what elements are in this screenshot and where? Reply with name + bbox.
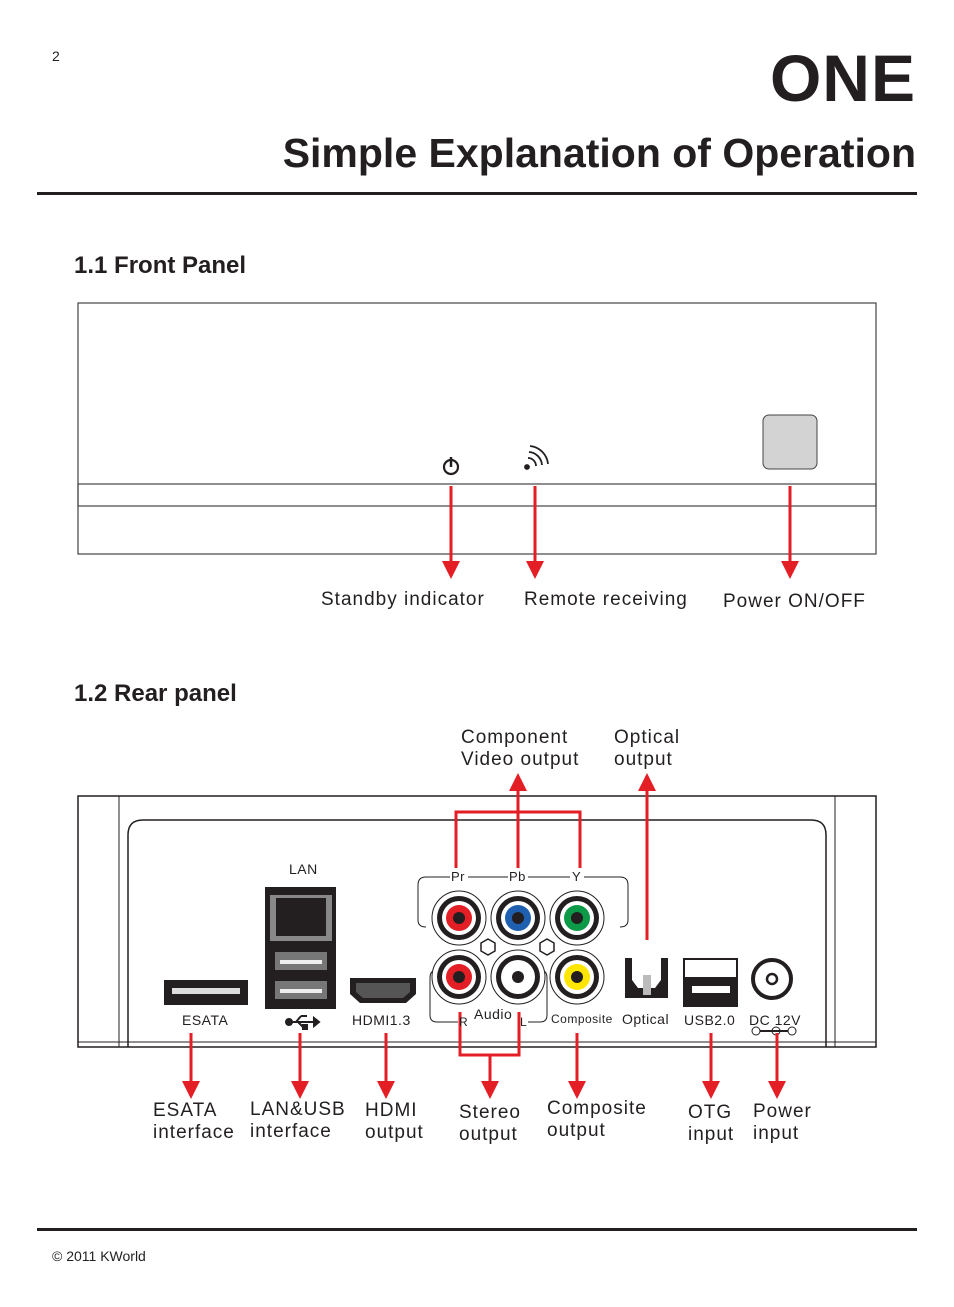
callout-line: LAN&USB [250, 1099, 346, 1120]
port-label-esata: ESATA [182, 1012, 229, 1028]
port-label-l: L [520, 1015, 528, 1029]
port-label-audio: Audio [474, 1006, 513, 1022]
callout-line: output [614, 749, 673, 770]
bottom-callout: Stereo output [459, 1102, 521, 1146]
bottom-callout: OTG input [688, 1102, 734, 1146]
footer-rule [37, 1228, 917, 1231]
callout-line: Component [461, 727, 569, 748]
bottom-callout: Composite output [547, 1098, 647, 1142]
callout-line: output [459, 1124, 518, 1145]
callout-remote-receiving: Remote receiving [524, 589, 688, 610]
port-label-pr: Pr [451, 869, 465, 884]
usb-symbol-icon [285, 1015, 321, 1030]
port-label-composite: Composite [551, 1012, 613, 1026]
port-label-r: R [459, 1015, 469, 1029]
bottom-callout: Power input [753, 1101, 812, 1145]
port-label-optical: Optical [622, 1011, 670, 1027]
callout-standby-indicator: Standby indicator [321, 589, 485, 610]
port-label-usb: USB2.0 [684, 1012, 736, 1028]
callout-line: interface [153, 1122, 235, 1143]
footer-copyright: © 2011 KWorld [52, 1248, 146, 1264]
callout-line: Optical [614, 727, 681, 748]
bottom-callout: ESATA interface [153, 1100, 235, 1144]
callout-line: output [365, 1122, 424, 1143]
callout-line: Composite [547, 1098, 647, 1119]
port-label-lan: LAN [289, 861, 318, 877]
power-icon [442, 457, 460, 476]
callout-line: output [547, 1120, 606, 1141]
power-button [762, 414, 818, 470]
rca-audio-l-jack [490, 949, 546, 1005]
callout-line: Video output [461, 749, 580, 770]
bottom-callout: LAN&USB interface [250, 1099, 346, 1143]
rear-panel-drawing [77, 773, 877, 1099]
rca-pb-jack [490, 890, 546, 946]
callout-optical-output: Optical output [614, 727, 680, 771]
callout-line: ESATA [153, 1100, 218, 1121]
rca-pr-jack [431, 890, 487, 946]
callout-line: HDMI [365, 1100, 418, 1121]
callout-line: input [753, 1123, 800, 1144]
rca-composite-jack [549, 949, 605, 1005]
callout-line: OTG [688, 1102, 733, 1123]
port-label-pb: Pb [509, 869, 526, 884]
port-label-dc: DC 12V [749, 1012, 802, 1028]
port-label-hdmi: HDMI1.3 [352, 1012, 411, 1028]
callout-line: Stereo [459, 1102, 521, 1123]
manual-page: 2 ONE Simple Explanation of Operation 1.… [0, 0, 954, 1307]
rca-audio-r-jack [431, 949, 487, 1005]
front-arrows [442, 486, 799, 579]
rear-panel-heading: 1.2 Rear panel [74, 680, 237, 707]
callout-component-video: Component Video output [461, 727, 579, 771]
rca-y-jack [549, 890, 605, 946]
port-label-y: Y [572, 869, 582, 884]
callout-line: input [688, 1124, 735, 1145]
bottom-callout: HDMI output [365, 1100, 424, 1144]
callout-power-on-off: Power ON/OFF [723, 591, 866, 612]
callout-line: interface [250, 1121, 332, 1142]
remote-signal-icon [524, 445, 549, 470]
front-panel-drawing [77, 302, 877, 579]
callout-line: Power [753, 1101, 812, 1122]
